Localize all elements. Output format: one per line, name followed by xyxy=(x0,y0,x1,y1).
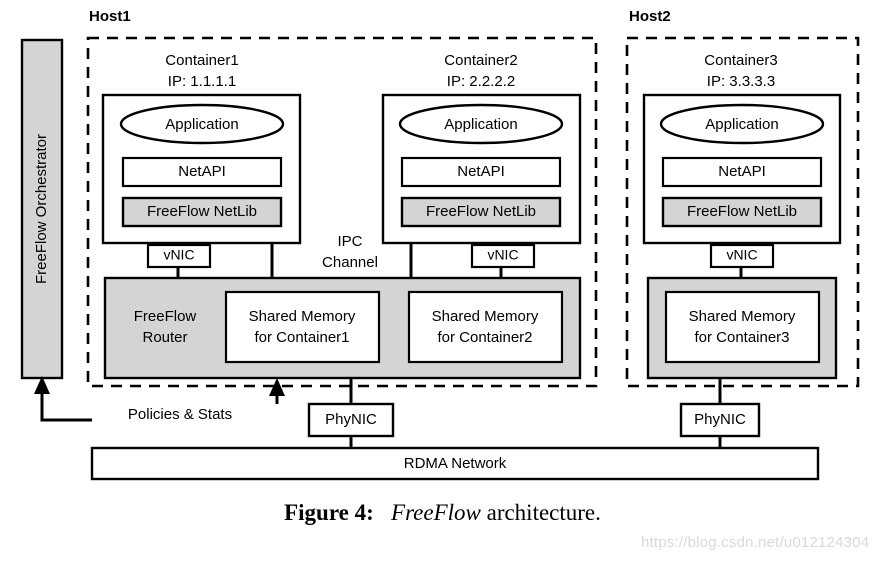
figure-caption-emphasis: FreeFlow xyxy=(391,500,481,525)
container3-netlib-label: FreeFlow NetLib xyxy=(687,203,797,220)
host2-router-group: Shared Memory for Container3 xyxy=(646,276,838,380)
host2-label: Host2 xyxy=(629,8,671,25)
host2-phynic-label: PhyNIC xyxy=(694,411,746,428)
shared-memory-container2-line1: Shared Memory xyxy=(432,308,539,325)
shared-memory-container2-box[interactable] xyxy=(407,290,564,364)
ipc-channel-line2: Channel xyxy=(322,254,378,271)
shared-memory-container3-box[interactable] xyxy=(664,290,821,364)
ipc-channel-line1: IPC xyxy=(337,233,362,250)
container1-netlib-label: FreeFlow NetLib xyxy=(147,203,257,220)
freeflow-architecture-diagram: FreeFlow Orchestrator Policies & Stats H… xyxy=(0,0,885,563)
host1-router-group: FreeFlow Router Shared Memory for Contai… xyxy=(103,276,582,380)
policies-stats-label: Policies & Stats xyxy=(128,406,232,423)
figure-caption-rest: architecture. xyxy=(486,500,601,525)
container3-netapi-label: NetAPI xyxy=(718,163,766,180)
container2-netapi-label: NetAPI xyxy=(457,163,505,180)
shared-memory-container2-line2: for Container2 xyxy=(437,329,532,346)
policies-stats-edge: Policies & Stats xyxy=(34,376,292,426)
host1-phynic-group: PhyNIC xyxy=(307,378,395,450)
container2-application-label: Application xyxy=(444,116,517,133)
container3-vnic-label: vNIC xyxy=(726,247,757,263)
ipc-channel-annotation: IPC Channel xyxy=(322,233,378,271)
host1-phynic-label: PhyNIC xyxy=(325,411,377,428)
figure-caption: Figure 4: FreeFlow architecture. xyxy=(0,500,885,526)
shared-memory-container3-line2: for Container3 xyxy=(694,329,789,346)
rdma-network-group: RDMA Network xyxy=(90,446,820,481)
host2-phynic-group: PhyNIC xyxy=(679,378,761,450)
orchestrator-group: FreeFlow Orchestrator xyxy=(20,38,64,380)
container3-group: Container3 IP: 3.3.3.3 Application NetAP… xyxy=(642,52,842,269)
container2-group: Container2 IP: 2.2.2.2 Application NetAP… xyxy=(381,52,582,269)
container2-netlib-label: FreeFlow NetLib xyxy=(426,203,536,220)
orchestrator-label: FreeFlow Orchestrator xyxy=(33,134,50,284)
watermark-text: https://blog.csdn.net/u012124304 xyxy=(641,534,870,551)
container1-vnic-label: vNIC xyxy=(163,247,194,263)
figure-caption-space xyxy=(380,500,392,525)
host2-group: Host2 Container3 IP: 3.3.3.3 Application… xyxy=(625,8,860,450)
shared-memory-container3-line1: Shared Memory xyxy=(689,308,796,325)
container1-name: Container1 xyxy=(165,52,238,69)
host1-group: Host1 Container1 IP: 1.1.1.1 Application… xyxy=(86,8,598,450)
shared-memory-container1-line1: Shared Memory xyxy=(249,308,356,325)
figure-caption-number: Figure 4: xyxy=(284,500,374,525)
host1-label: Host1 xyxy=(89,8,131,25)
container1-group: Container1 IP: 1.1.1.1 Application NetAP… xyxy=(101,52,302,269)
container1-netapi-label: NetAPI xyxy=(178,163,226,180)
container2-ip: IP: 2.2.2.2 xyxy=(447,73,515,90)
container1-ip: IP: 1.1.1.1 xyxy=(168,73,236,90)
shared-memory-container1-line2: for Container1 xyxy=(254,329,349,346)
host1-router-label-line2: Router xyxy=(142,329,187,346)
container2-vnic-label: vNIC xyxy=(487,247,518,263)
shared-memory-container1-box[interactable] xyxy=(224,290,381,364)
rdma-network-label: RDMA Network xyxy=(404,455,507,472)
container3-ip: IP: 3.3.3.3 xyxy=(707,73,775,90)
container3-application-label: Application xyxy=(705,116,778,133)
container2-name: Container2 xyxy=(444,52,517,69)
container3-name: Container3 xyxy=(704,52,777,69)
container1-application-label: Application xyxy=(165,116,238,133)
host1-router-label-line1: FreeFlow xyxy=(134,308,197,325)
